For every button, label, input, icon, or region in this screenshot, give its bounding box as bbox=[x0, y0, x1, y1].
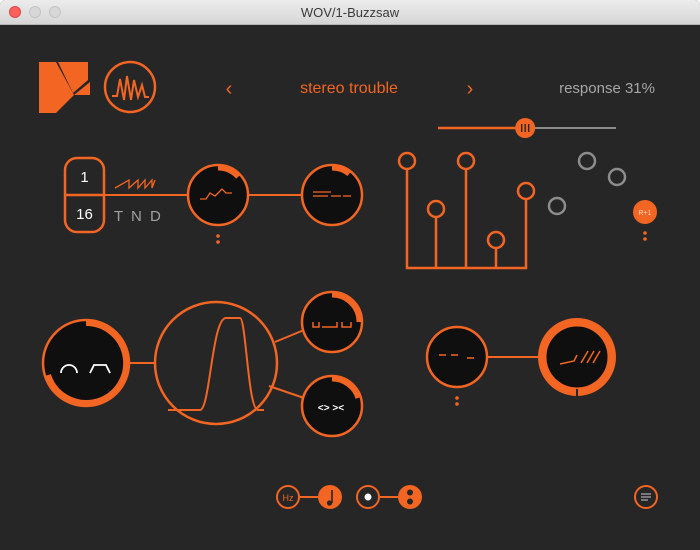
plugin-window: WOV/1-Buzzsaw ‹ stereo trouble › respons… bbox=[0, 0, 700, 550]
rate-numerator[interactable]: 1 bbox=[80, 169, 88, 186]
output-menu-dots[interactable] bbox=[455, 396, 459, 400]
plugin-panel: ‹ stereo trouble › response 31% 1 16 T N… bbox=[39, 60, 658, 509]
step-handle[interactable] bbox=[486, 230, 506, 250]
rate-selector[interactable]: 1 16 bbox=[63, 156, 106, 234]
step-handle[interactable] bbox=[516, 181, 536, 201]
title-bar: WOV/1-Buzzsaw bbox=[0, 0, 700, 25]
sync-toggle[interactable]: Hz bbox=[276, 485, 342, 509]
lfo-knob[interactable] bbox=[186, 163, 250, 227]
step-handle[interactable] bbox=[426, 199, 446, 219]
step-handle-inactive[interactable] bbox=[547, 196, 567, 216]
preset-prev-button[interactable]: ‹ bbox=[226, 78, 233, 100]
step-handle-inactive[interactable] bbox=[607, 167, 627, 187]
filter-mode-knob[interactable] bbox=[300, 290, 364, 354]
svg-text:<> ><: <> >< bbox=[318, 403, 344, 414]
step-handle-inactive[interactable] bbox=[577, 151, 597, 171]
step-sequencer[interactable] bbox=[397, 151, 627, 270]
output-mode-knob[interactable] bbox=[425, 325, 489, 389]
random-menu-dots[interactable] bbox=[643, 231, 647, 235]
rate-mode-selector[interactable]: T N D bbox=[114, 208, 163, 225]
preset-next-button[interactable]: › bbox=[467, 78, 474, 100]
random-button[interactable]: R+1 bbox=[633, 200, 657, 224]
window-title: WOV/1-Buzzsaw bbox=[300, 5, 400, 20]
svg-text:R+1: R+1 bbox=[638, 210, 651, 217]
menu-lines-icon[interactable] bbox=[634, 485, 658, 509]
response-slider[interactable] bbox=[438, 118, 616, 138]
channel-toggle[interactable] bbox=[356, 485, 422, 509]
sawtooth-icon bbox=[114, 178, 156, 190]
preset-name[interactable]: stereo trouble bbox=[300, 80, 398, 97]
k-logo-icon bbox=[39, 62, 90, 113]
step-handle[interactable] bbox=[456, 151, 476, 171]
mix-knob[interactable] bbox=[538, 318, 616, 397]
rate-denominator[interactable]: 16 bbox=[76, 206, 93, 223]
filter-curve-display[interactable] bbox=[153, 300, 279, 426]
step-handle[interactable] bbox=[397, 151, 417, 171]
mod-depth-knob[interactable] bbox=[300, 163, 364, 227]
filter-type-knob[interactable] bbox=[41, 318, 131, 408]
lfo-menu-dots[interactable] bbox=[216, 234, 220, 238]
stereo-width-knob[interactable]: <> >< bbox=[300, 374, 364, 438]
hz-icon: Hz bbox=[283, 493, 294, 503]
response-label: response 31% bbox=[559, 80, 655, 97]
waveform-icon[interactable] bbox=[103, 60, 157, 114]
